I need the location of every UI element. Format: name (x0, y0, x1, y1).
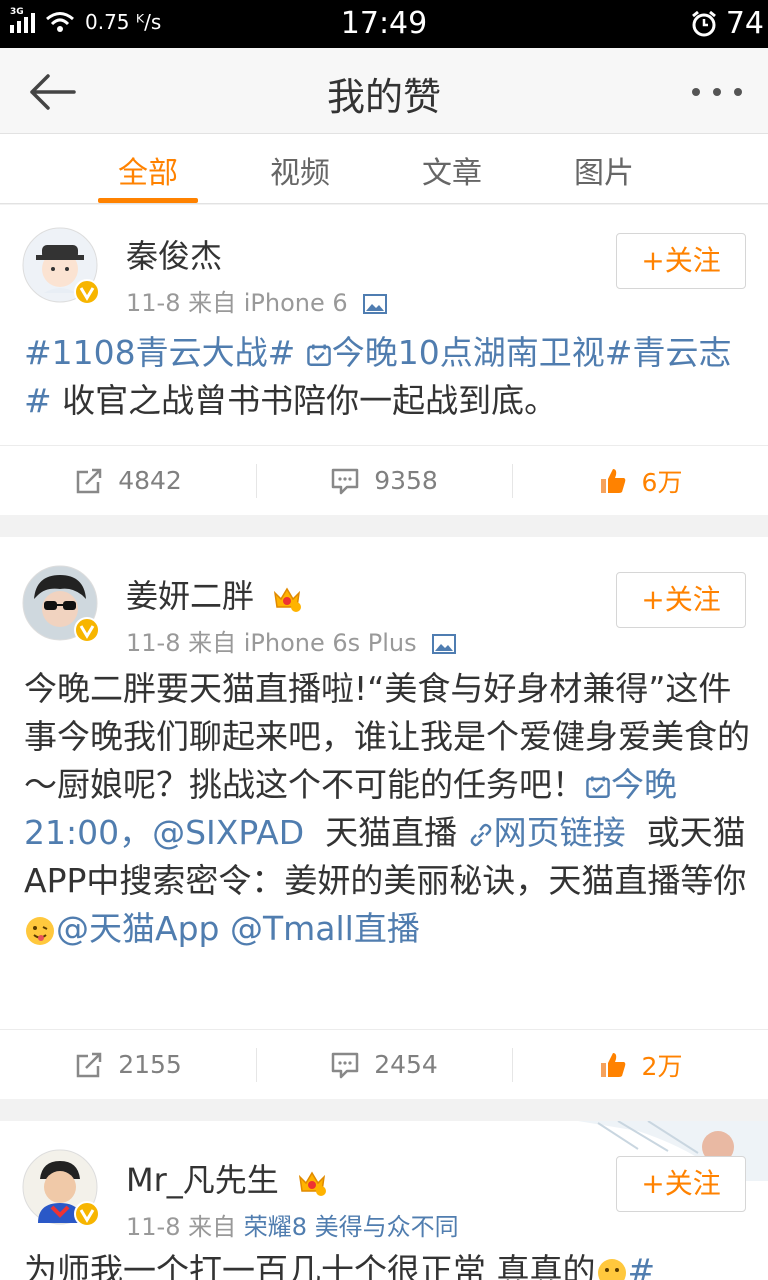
verified-icon (74, 279, 100, 305)
status-bar: 3G 0.75 ᴷ/s 17:49 74 (0, 0, 768, 48)
more-icon (692, 88, 700, 96)
post-date: 11-8 (126, 629, 181, 657)
action-bar: 4842 9358 6万 (0, 445, 768, 515)
alarm-icon (691, 10, 716, 36)
post-text: 为师我一个打一百几十个很正常 真真的 # (24, 1247, 754, 1280)
comment-count: 2454 (374, 1050, 438, 1079)
post-card[interactable]: 姜妍二胖 11-8 来自 iPhone 6s Plus +关注 今晚二胖要天猫直… (0, 537, 768, 1099)
web-link-text: 网页链接 (493, 813, 626, 852)
like-count: 2万 (641, 1051, 683, 1081)
comment-icon (331, 468, 359, 494)
follow-button[interactable]: +关注 (616, 572, 746, 628)
tab-article[interactable]: 文章 (392, 148, 512, 192)
comment-button[interactable]: 2454 (256, 1030, 512, 1099)
crown-icon (298, 1171, 326, 1196)
repost-count: 2155 (118, 1050, 182, 1079)
repost-button[interactable]: 4842 (0, 446, 256, 515)
tongue-face-icon (26, 916, 54, 945)
web-link[interactable]: 网页链接 (468, 813, 626, 852)
comment-button[interactable]: 9358 (256, 446, 512, 515)
tab-indicator (98, 198, 198, 203)
battery-level: 74 (725, 6, 764, 41)
username-row: 姜妍二胖 (126, 571, 302, 617)
username-row: Mr_凡先生 (126, 1155, 327, 1201)
username[interactable]: 秦俊杰 (126, 231, 222, 277)
image-icon (432, 634, 457, 654)
username[interactable]: 姜妍二胖 (126, 577, 254, 615)
calendar-icon (307, 343, 331, 366)
follow-button[interactable]: +关注 (616, 233, 746, 289)
event-text: 今晚10点湖南卫视 (331, 333, 605, 372)
post-source: iPhone 6 (243, 289, 348, 317)
post-meta: 11-8 来自 iPhone 6 (126, 283, 388, 318)
repost-count: 4842 (118, 466, 182, 495)
like-icon (600, 468, 625, 493)
username[interactable]: Mr_凡先生 (126, 1161, 279, 1199)
post-meta: 11-8 来自 荣耀8 美得与众不同 (126, 1207, 459, 1242)
topic-link[interactable]: # (628, 1251, 656, 1280)
comment-icon (331, 1052, 359, 1078)
repost-icon (76, 468, 102, 493)
post-text: #1108青云大战# 今晚10点湖南卫视#青云志# 收官之战曾书书陪你一起战到底… (24, 329, 754, 425)
follow-button[interactable]: +关注 (616, 1156, 746, 1212)
verified-icon (74, 617, 100, 643)
tab-video[interactable]: 视频 (240, 148, 360, 192)
repost-button[interactable]: 2155 (0, 1030, 256, 1099)
mention-link[interactable]: @Tmall直播 (230, 909, 420, 948)
like-icon (600, 1052, 625, 1077)
avatar[interactable] (22, 1149, 100, 1227)
page-title: 我的赞 (326, 75, 441, 119)
post-source: iPhone 6s Plus (243, 629, 417, 657)
post-source[interactable]: 荣耀8 美得与众不同 (244, 1213, 459, 1241)
like-count: 6万 (641, 467, 683, 497)
source-prefix: 来自 (188, 1213, 237, 1241)
repost-icon (76, 1052, 102, 1077)
topic-link[interactable]: #1108青云大战# (24, 333, 295, 372)
comment-count: 9358 (374, 466, 438, 495)
source-prefix: 来自 (188, 289, 237, 317)
post-card[interactable]: 秦俊杰 11-8 来自 iPhone 6 +关注 #1108青云大战# 今晚10… (0, 205, 768, 515)
smile-face-icon (597, 1258, 626, 1280)
like-button[interactable]: 6万 (512, 446, 768, 515)
mention-link[interactable]: @SIXPAD (152, 813, 304, 852)
filter-tabs: 全部 视频 文章 图片 (0, 134, 768, 204)
more-button[interactable] (692, 72, 742, 112)
action-bar: 2155 2454 2万 (0, 1029, 768, 1099)
tab-all[interactable]: 全部 (88, 148, 208, 192)
clock: 17:49 (340, 6, 428, 41)
mention-link[interactable]: @天猫App (56, 909, 219, 948)
avatar[interactable] (22, 565, 100, 643)
verified-icon (74, 1201, 100, 1227)
crown-icon (274, 587, 302, 612)
like-button[interactable]: 2万 (512, 1030, 768, 1099)
post-text: 今晚二胖要天猫直播啦!“美食与好身材兼得”这件事今晚我们聊起来吧，谁让我是个爱健… (24, 665, 754, 953)
post-body-text: 收官之战曾书书陪你一起战到底。 (62, 381, 558, 420)
source-prefix: 来自 (188, 629, 237, 657)
post-body-text: 天猫直播 (325, 813, 458, 852)
post-meta: 11-8 来自 iPhone 6s Plus (126, 623, 457, 658)
post-body-text: 为师我一个打一百几十个很正常 真真的 (24, 1251, 596, 1280)
post-date: 11-8 (126, 1213, 181, 1241)
nav-bar: 我的赞 (0, 48, 768, 134)
image-icon (363, 294, 388, 314)
event-link[interactable]: 今晚10点湖南卫视 (306, 333, 605, 372)
tab-image[interactable]: 图片 (544, 148, 664, 192)
calendar-icon (586, 775, 610, 798)
avatar[interactable] (22, 227, 100, 305)
post-card[interactable]: Mr_凡先生 11-8 来自 荣耀8 美得与众不同 +关注 为师我一个打一百几十… (0, 1121, 768, 1280)
post-date: 11-8 (126, 289, 181, 317)
link-icon (470, 823, 492, 846)
